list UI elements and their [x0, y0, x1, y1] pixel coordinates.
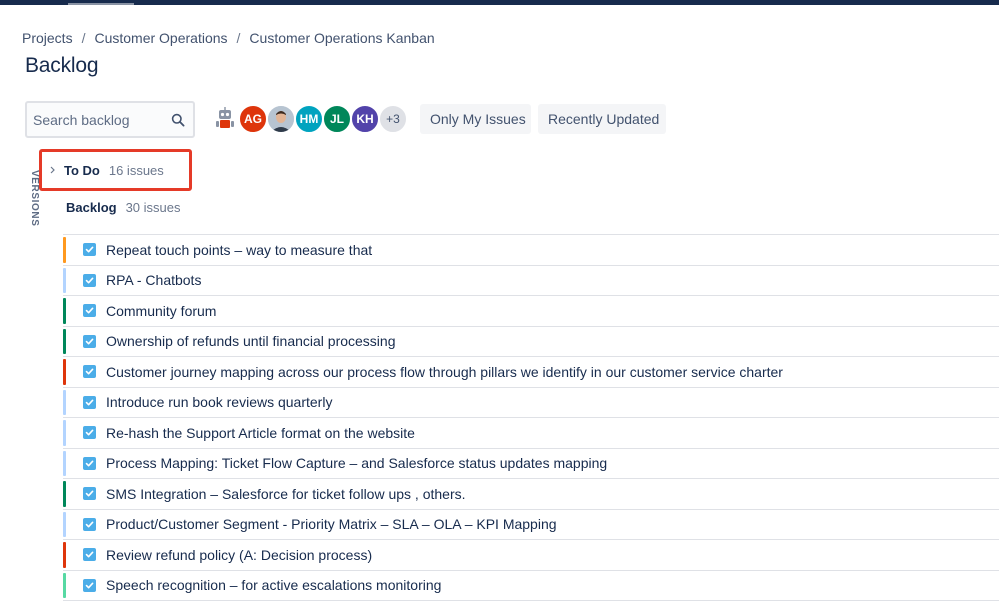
issue-row[interactable]: Product/Customer Segment - Priority Matr…: [63, 510, 999, 540]
robot-icon: [216, 107, 234, 128]
issue-row[interactable]: Community forum: [63, 296, 999, 327]
issue-row[interactable]: Introduce run book reviews quarterly: [63, 388, 999, 418]
epic-color-stripe: [63, 359, 66, 385]
search-box[interactable]: [25, 101, 195, 138]
task-type-icon: [83, 334, 96, 348]
todo-section-header[interactable]: To Do 16 issues: [39, 149, 192, 191]
backlog-issue-list: Repeat touch points – way to measure tha…: [63, 234, 999, 601]
only-my-issues-button[interactable]: Only My Issues: [420, 104, 531, 134]
task-type-icon: [83, 487, 96, 500]
backlog-issue-count: 30 issues: [125, 200, 181, 215]
issue-summary[interactable]: Customer journey mapping across our proc…: [106, 364, 783, 380]
issue-row[interactable]: Re-hash the Support Article format on th…: [63, 418, 999, 449]
epic-color-stripe: [63, 481, 66, 507]
issue-row[interactable]: Customer journey mapping across our proc…: [63, 357, 999, 388]
epic-color-stripe: [63, 450, 66, 476]
issue-row[interactable]: RPA - Chatbots: [63, 266, 999, 296]
breadcrumb-board[interactable]: Customer Operations Kanban: [249, 30, 434, 46]
issue-summary[interactable]: Review refund policy (A: Decision proces…: [106, 547, 372, 563]
issue-summary[interactable]: Process Mapping: Ticket Flow Capture – a…: [106, 455, 607, 471]
task-type-icon: [83, 243, 96, 256]
todo-section-title: To Do: [64, 162, 100, 178]
issue-summary[interactable]: Repeat touch points – way to measure tha…: [106, 242, 372, 258]
search-input[interactable]: [33, 111, 169, 128]
issue-row[interactable]: Repeat touch points – way to measure tha…: [63, 235, 999, 266]
issue-summary[interactable]: RPA - Chatbots: [106, 272, 201, 288]
breadcrumb-separator: /: [81, 30, 86, 46]
issue-row[interactable]: Process Mapping: Ticket Flow Capture – a…: [63, 449, 999, 479]
epic-color-stripe: [63, 328, 66, 354]
task-type-icon: [83, 578, 96, 592]
avatar-kh[interactable]: KH: [350, 104, 380, 134]
todo-issue-count: 16 issues: [108, 162, 164, 178]
search-icon[interactable]: [171, 113, 185, 127]
avatar-initials: HM: [299, 112, 319, 126]
avatar-hm[interactable]: HM: [294, 104, 324, 134]
issue-row[interactable]: SMS Integration – Salesforce for ticket …: [63, 479, 999, 510]
avatar-photo[interactable]: [266, 104, 296, 134]
page-title: Backlog: [25, 54, 99, 77]
issue-summary[interactable]: Community forum: [106, 303, 216, 319]
avatar-more-count[interactable]: +3: [378, 104, 408, 134]
backlog-section-header[interactable]: Backlog 30 issues: [66, 200, 181, 215]
task-type-icon: [83, 273, 96, 287]
issue-summary[interactable]: Product/Customer Segment - Priority Matr…: [106, 516, 557, 532]
task-type-icon: [83, 426, 96, 439]
person-photo-icon: [268, 106, 294, 132]
epic-color-stripe: [63, 572, 66, 598]
assignee-avatar-group: AG HM JL KH +3: [210, 104, 408, 134]
breadcrumb-separator: /: [236, 30, 241, 46]
avatar-more-label: +3: [386, 112, 400, 126]
issue-summary[interactable]: Introduce run book reviews quarterly: [106, 394, 332, 410]
task-type-icon: [83, 365, 96, 378]
chevron-right-icon[interactable]: [50, 166, 55, 174]
avatar-initials: JL: [329, 112, 344, 126]
task-type-icon: [83, 456, 96, 470]
task-type-icon: [83, 395, 96, 409]
avatar-initials: KH: [356, 112, 374, 126]
backlog-section-title: Backlog: [66, 200, 117, 215]
epic-color-stripe: [63, 511, 66, 537]
epic-color-stripe: [63, 267, 66, 293]
task-type-icon: [83, 548, 96, 561]
avatar-jl[interactable]: JL: [322, 104, 352, 134]
issue-summary[interactable]: SMS Integration – Salesforce for ticket …: [106, 486, 466, 502]
epic-color-stripe: [63, 389, 66, 415]
epic-color-stripe: [63, 298, 66, 324]
breadcrumb-customer-operations[interactable]: Customer Operations: [94, 30, 227, 46]
task-type-icon: [83, 517, 96, 531]
task-type-icon: [83, 304, 96, 317]
top-navigation-bar: [0, 0, 999, 5]
active-nav-indicator: [68, 3, 134, 5]
issue-summary[interactable]: Ownership of refunds until financial pro…: [106, 333, 396, 349]
avatar-ag[interactable]: AG: [238, 104, 268, 134]
breadcrumb: Projects / Customer Operations / Custome…: [22, 30, 435, 46]
epic-color-stripe: [63, 542, 66, 568]
issue-summary[interactable]: Speech recognition – for active escalati…: [106, 577, 441, 593]
recently-updated-button[interactable]: Recently Updated: [538, 104, 666, 134]
issue-row[interactable]: Review refund policy (A: Decision proces…: [63, 540, 999, 571]
issue-row[interactable]: Ownership of refunds until financial pro…: [63, 327, 999, 357]
epic-color-stripe: [63, 420, 66, 446]
avatar-initials: AG: [244, 112, 262, 126]
issue-summary[interactable]: Re-hash the Support Article format on th…: [106, 425, 415, 441]
avatar-robot[interactable]: [210, 104, 240, 134]
breadcrumb-projects[interactable]: Projects: [22, 30, 73, 46]
issue-row[interactable]: Speech recognition – for active escalati…: [63, 571, 999, 601]
epic-color-stripe: [63, 237, 66, 263]
